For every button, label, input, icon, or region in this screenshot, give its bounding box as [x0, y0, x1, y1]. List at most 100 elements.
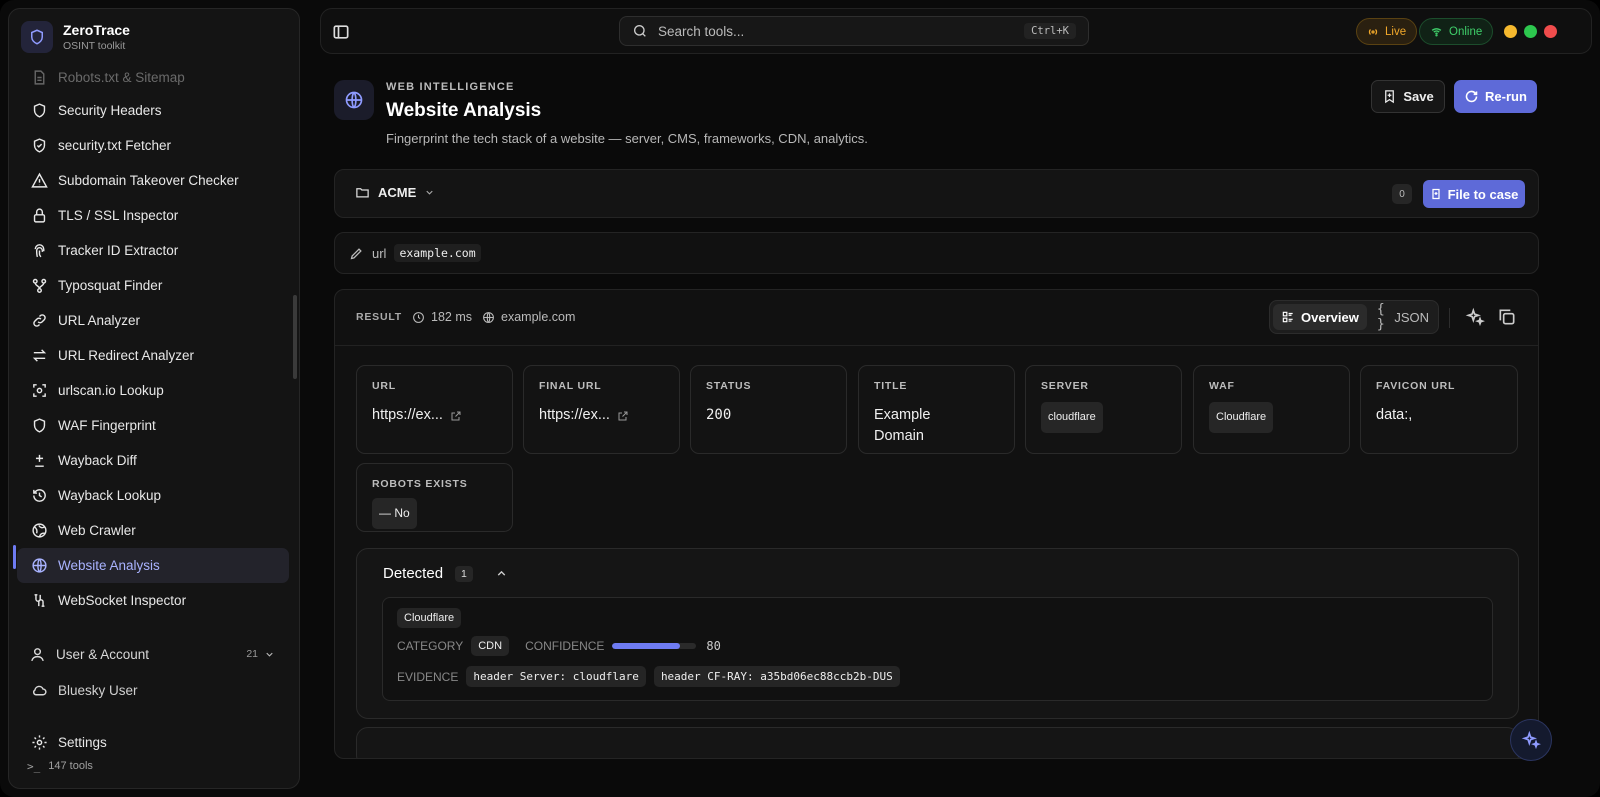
folder-icon: [356, 188, 369, 198]
card-key: STATUS: [706, 380, 752, 392]
sidebar-item-wayback-lookup[interactable]: Wayback Lookup: [17, 478, 289, 513]
final-url-link[interactable]: https://ex...: [539, 405, 664, 426]
result-label: RESULT: [356, 311, 403, 323]
sidebar-item-urlscan[interactable]: urlscan.io Lookup: [17, 373, 289, 408]
tab-json[interactable]: { } JSON: [1371, 302, 1435, 332]
tab-json-label: JSON: [1394, 309, 1429, 325]
card-key: FAVICON URL: [1376, 380, 1456, 392]
sidebar-item-label: TLS / SSL Inspector: [58, 208, 179, 223]
sidebar-item-url-analyzer[interactable]: URL Analyzer: [17, 303, 289, 338]
sidebar-item-settings[interactable]: Settings: [17, 725, 289, 760]
detected-count: 1: [455, 565, 473, 582]
file-icon: [34, 69, 45, 85]
detected-header[interactable]: Detected 1: [383, 565, 508, 582]
scan-icon: [33, 384, 46, 397]
category-value: CDN: [471, 636, 510, 656]
card-key: TITLE: [874, 380, 908, 392]
sidebar-item-websocket[interactable]: WebSocket Inspector: [17, 583, 289, 618]
globe-icon: [32, 558, 47, 573]
detected-item: Cloudflare CATEGORY CDN CONFIDENCE 80 EV…: [382, 597, 1493, 701]
sidebar-item-url-redirect[interactable]: URL Redirect Analyzer: [17, 338, 289, 373]
close-button[interactable]: [1544, 25, 1557, 38]
sidebar-item-tracker-id[interactable]: Tracker ID Extractor: [17, 233, 289, 268]
confidence-bar: [612, 643, 697, 649]
sidebar-item-wayback-diff[interactable]: Wayback Diff: [17, 443, 289, 478]
sidebar-toggle-icon[interactable]: [331, 22, 351, 42]
ai-assistant-button[interactable]: [1510, 719, 1552, 761]
param-value: example.com: [394, 244, 481, 262]
card-server: SERVER cloudflare: [1025, 365, 1182, 454]
sidebar-item-security-headers[interactable]: Security Headers: [17, 93, 289, 128]
sidebar: ZeroTrace OSINT toolkit Robots.txt & Sit…: [8, 8, 300, 789]
minimize-button[interactable]: [1504, 25, 1517, 38]
rerun-button[interactable]: Re-run: [1454, 80, 1537, 113]
active-indicator: [13, 545, 16, 569]
sidebar-item-security-txt[interactable]: security.txt Fetcher: [17, 128, 289, 163]
search-input[interactable]: Search tools... Ctrl+K: [619, 16, 1089, 46]
divider: [1449, 308, 1450, 328]
confidence-label: CONFIDENCE: [525, 639, 605, 653]
logo-shield-icon: [21, 21, 53, 53]
sidebar-item-tls-ssl[interactable]: TLS / SSL Inspector: [17, 198, 289, 233]
live-badge[interactable]: Live: [1356, 18, 1418, 45]
broadcast-icon: [1368, 28, 1378, 35]
fingerprint-icon: [34, 244, 45, 258]
shield-icon: [33, 103, 46, 118]
chevron-up-icon[interactable]: [495, 567, 508, 580]
sidebar-item-label: security.txt Fetcher: [58, 138, 172, 153]
card-final-url: FINAL URL https://ex...: [523, 365, 680, 454]
live-label: Live: [1385, 25, 1407, 38]
sidebar-item-label: Security Headers: [58, 103, 162, 118]
evidence-item: header CF-RAY: a35bd06ec88ccb2b-DUS: [653, 666, 900, 687]
brand[interactable]: ZeroTrace OSINT toolkit: [21, 21, 130, 53]
terminal-icon: >_: [27, 760, 41, 773]
globe-icon: [483, 311, 494, 323]
result-header: RESULT 182 ms example.com Overview { } J…: [335, 290, 1538, 346]
card-key: SERVER: [1041, 380, 1089, 392]
case-selector[interactable]: ACME: [355, 185, 435, 200]
params-bar[interactable]: url example.com: [334, 232, 1539, 274]
group-count: 21: [246, 648, 258, 660]
sidebar-item-bluesky[interactable]: Bluesky User: [17, 673, 289, 708]
sidebar-item-typosquat[interactable]: Typosquat Finder: [17, 268, 289, 303]
sidebar-item-web-crawler[interactable]: Web Crawler: [17, 513, 289, 548]
favicon-value: data:,: [1376, 407, 1413, 423]
sidebar-item-robots[interactable]: Robots.txt & Sitemap: [17, 67, 289, 87]
online-badge[interactable]: Online: [1419, 18, 1494, 45]
external-link-icon: [451, 411, 461, 420]
card-key: ROBOTS EXISTS: [372, 478, 468, 490]
sidebar-item-website-analysis[interactable]: Website Analysis: [17, 548, 289, 583]
file-to-case-button[interactable]: File to case: [1423, 180, 1525, 208]
maximize-button[interactable]: [1524, 25, 1537, 38]
chevron-down-icon: [426, 190, 433, 195]
pencil-icon[interactable]: [349, 246, 364, 261]
sidebar-scrollbar[interactable]: [293, 295, 297, 379]
card-key: FINAL URL: [539, 380, 602, 392]
page-title: Website Analysis: [386, 100, 542, 121]
refresh-icon: [1465, 90, 1478, 103]
sidebar-item-subdomain-takeover[interactable]: Subdomain Takeover Checker: [17, 163, 289, 198]
collapsed-section[interactable]: [356, 727, 1519, 758]
status-value: 200: [706, 407, 732, 423]
wifi-icon: [1431, 28, 1442, 37]
save-button[interactable]: Save: [1371, 80, 1445, 113]
cloud-icon: [32, 685, 47, 696]
url-link[interactable]: https://ex...: [372, 405, 497, 426]
confidence-value: 80: [706, 639, 721, 653]
sidebar-item-label: Website Analysis: [58, 558, 160, 573]
copy-icon[interactable]: [1497, 307, 1517, 327]
card-waf: WAF Cloudflare: [1193, 365, 1350, 454]
evidence-item: header Server: cloudflare: [466, 666, 646, 687]
app-name: ZeroTrace: [63, 22, 130, 38]
tech-name: Cloudflare: [397, 608, 462, 628]
sidebar-item-label: urlscan.io Lookup: [58, 383, 164, 398]
tab-overview[interactable]: Overview: [1273, 304, 1367, 330]
card-title: TITLE Example Domain: [858, 365, 1015, 454]
clock-icon: [413, 311, 424, 323]
sidebar-item-waf[interactable]: WAF Fingerprint: [17, 408, 289, 443]
app-window: ZeroTrace OSINT toolkit Robots.txt & Sit…: [0, 0, 1600, 797]
sidebar-item-label: WebSocket Inspector: [58, 593, 187, 608]
sidebar-item-label: Typosquat Finder: [58, 278, 163, 293]
sidebar-group-user-account[interactable]: User & Account 21: [17, 639, 289, 669]
sparkles-icon[interactable]: [1465, 307, 1485, 327]
